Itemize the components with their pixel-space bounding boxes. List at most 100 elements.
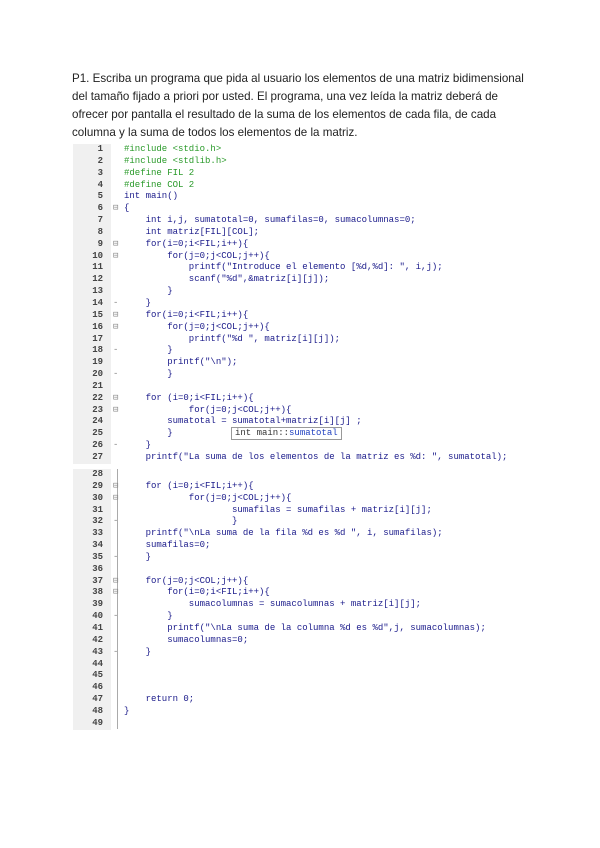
fold-end-icon: - [113,646,119,657]
code-text: #define FIL 2 [124,167,195,178]
code-line: 18- } [73,345,528,357]
fold-toggle-icon[interactable]: ⊟ [113,251,118,263]
code-text: printf("\nLa suma de la columna %d es %d… [124,622,486,633]
code-line: 1 #include <stdio.h> [73,144,528,156]
code-line: 8 int matriz[FIL][COL]; [73,227,528,239]
line-number: 36 [92,563,103,574]
fold-toggle-icon[interactable]: ⊟ [113,576,118,588]
code-line: 36 [73,564,528,576]
line-number: 42 [92,634,103,645]
fold-toggle-icon[interactable]: ⊟ [113,393,118,405]
line-number: 25 [92,428,103,439]
line-number: 17 [92,333,103,344]
line-number: 14 [92,297,103,308]
code-text: printf("\n"); [124,357,238,368]
code-line: 7 int i,j, sumatotal=0, sumafilas=0, sum… [73,215,528,227]
code-text: int matriz[FIL][COL]; [124,226,260,237]
code-line: 48} [73,706,528,718]
line-number: 38 [92,587,103,598]
code-text: printf("La suma de los elementos de la m… [124,451,508,462]
line-number: 49 [92,717,103,728]
code-line: 21 [73,381,528,393]
code-line: 29 ⊟ for (i=0;i<FIL;i++){ [73,481,528,493]
line-number: 34 [92,540,103,551]
code-line: 2 #include <stdlib.h> [73,156,528,168]
fold-toggle-icon[interactable]: ⊟ [113,322,118,334]
fold-toggle-icon[interactable]: ⊟ [113,203,118,215]
line-number: 4 [97,179,103,190]
fold-end-icon: - [113,297,119,308]
code-line: 34 sumafilas=0; [73,540,528,552]
line-number: 3 [97,167,103,178]
code-text: for(j=0;j<COL;j++){ [124,404,292,415]
fold-end-icon: - [113,440,119,451]
code-line: 14- } [73,298,528,310]
code-line: 23 ⊟ for(j=0;j<COL;j++){ [73,405,528,417]
line-number: 47 [92,694,103,705]
line-number: 2 [97,155,103,166]
fold-toggle-icon[interactable]: ⊟ [113,310,118,322]
code-line: 31 sumafilas = sumafilas + matriz[i][j]; [73,505,528,517]
code-line: 32- } [73,516,528,528]
fold-end-icon: - [113,516,119,527]
code-text: for(j=0;j<COL;j++){ [124,250,270,261]
code-screenshot-part-2: 28 29 ⊟ for (i=0;i<FIL;i++){30 ⊟ for(j=0;j<… [73,469,528,730]
line-number: 6 [97,203,103,214]
fold-toggle-icon[interactable]: ⊟ [113,481,118,493]
code-line: 11 printf("Introduce el elemento [%d,%d]… [73,262,528,274]
code-line: 47 return 0; [73,694,528,706]
code-text: } [124,428,173,439]
code-line: 26- } [73,440,528,452]
line-number: 27 [92,451,103,462]
line-number: 5 [97,191,103,202]
code-line: 19 printf("\n"); [73,357,528,369]
line-number: 43 [92,646,103,657]
code-line: 22 ⊟ for (i=0;i<FIL;i++){ [73,393,528,405]
code-text: return 0; [124,694,195,705]
code-line: 10 ⊟ for(j=0;j<COL;j++){ [73,251,528,263]
line-number: 33 [92,528,103,539]
code-line: 49 [73,718,528,730]
code-line: 46 [73,682,528,694]
fold-toggle-icon[interactable]: ⊟ [113,587,118,599]
fold-toggle-icon[interactable]: ⊟ [113,239,118,251]
code-text: int i,j, sumatotal=0, sumafilas=0, sumac… [124,215,416,226]
line-number: 30 [92,492,103,503]
code-line: 12 scanf("%d",&matriz[i][j]); [73,274,528,286]
code-line: 5 int main() [73,191,528,203]
line-number: 18 [92,345,103,356]
line-number: 15 [92,309,103,320]
line-number: 26 [92,440,103,451]
line-number: 48 [92,705,103,716]
code-text: #include <stdio.h> [124,144,222,154]
fold-toggle-icon[interactable]: ⊟ [113,493,118,505]
line-number: 45 [92,670,103,681]
code-text: } [124,345,173,356]
line-number: 41 [92,622,103,633]
code-text: for(i=0;i<FIL;i++){ [124,587,270,598]
code-line: 33 printf("\nLa suma de la fila %d es %d… [73,528,528,540]
code-line: 3 #define FIL 2 [73,168,528,180]
line-number: 44 [92,658,103,669]
code-line: 27 printf("La suma de los elementos de l… [73,452,528,464]
tooltip-symbol: sumatotal [289,428,338,439]
code-text: sumacolumnas = sumacolumnas + matriz[i][… [124,599,422,610]
code-text: sumafilas=0; [124,540,211,551]
code-text: } [124,516,238,527]
code-line: 40- } [73,611,528,623]
code-line: 30 ⊟ for(j=0;j<COL;j++){ [73,493,528,505]
code-text: for(i=0;i<FIL;i++){ [124,238,249,249]
code-text: for(j=0;j<COL;j++){ [124,321,270,332]
line-number: 7 [97,215,103,226]
line-number: 19 [92,357,103,368]
line-number: 12 [92,274,103,285]
fold-toggle-icon[interactable]: ⊟ [113,405,118,417]
code-text: } [124,440,152,451]
line-number: 32 [92,516,103,527]
code-text: } [124,297,152,308]
code-text: } [124,646,152,657]
line-number: 21 [92,380,103,391]
code-line: 45 [73,670,528,682]
code-line: 6 ⊟ { [73,203,528,215]
code-line: 37 ⊟ for(j=0;j<COL;j++){ [73,576,528,588]
